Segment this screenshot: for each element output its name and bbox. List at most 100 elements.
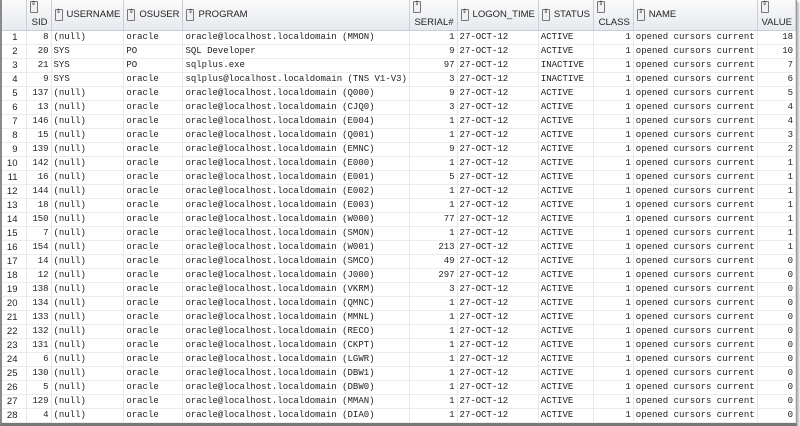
cell-status[interactable]: ACTIVE bbox=[538, 114, 594, 129]
cell-username[interactable]: (null) bbox=[51, 86, 125, 101]
cell-program[interactable]: oracle@localhost.localdomain (MMNL) bbox=[182, 310, 410, 325]
cell-program[interactable]: oracle@localhost.localdomain (E004) bbox=[182, 114, 410, 129]
column-header-class[interactable]: ⇕ CLASS bbox=[593, 0, 634, 31]
table-row[interactable]: 26 5 (null) oracle oracle@localhost.localdom… bbox=[2, 380, 797, 395]
cell-value[interactable]: 0 bbox=[757, 324, 797, 339]
cell-osuser[interactable]: oracle bbox=[123, 72, 184, 87]
cell-class[interactable]: 1 bbox=[593, 212, 634, 227]
sort-icon[interactable]: ⇕ bbox=[29, 1, 38, 14]
cell-username[interactable]: (null) bbox=[51, 394, 125, 409]
cell-logon_time[interactable]: 27-OCT-12 bbox=[457, 128, 539, 143]
cell-osuser[interactable]: oracle bbox=[123, 240, 184, 255]
cell-osuser[interactable]: oracle bbox=[123, 254, 184, 269]
cell-username[interactable]: (null) bbox=[51, 142, 125, 157]
cell-sid[interactable]: 131 bbox=[26, 338, 52, 353]
cell-osuser[interactable]: oracle bbox=[123, 352, 184, 367]
cell-name[interactable]: opened cursors current bbox=[633, 408, 758, 423]
cell-logon_time[interactable]: 27-OCT-12 bbox=[457, 58, 539, 73]
cell-name[interactable]: opened cursors current bbox=[633, 338, 758, 353]
cell-program[interactable]: oracle@localhost.localdomain (Q000) bbox=[182, 86, 410, 101]
cell-logon_time[interactable]: 27-OCT-12 bbox=[457, 212, 539, 227]
cell-sid[interactable]: 6 bbox=[26, 352, 52, 367]
cell-program[interactable]: oracle@localhost.localdomain (VKRM) bbox=[182, 282, 410, 297]
cell-sid[interactable]: 142 bbox=[26, 156, 52, 171]
cell-sid[interactable]: 7 bbox=[26, 226, 52, 241]
cell-logon_time[interactable]: 27-OCT-12 bbox=[457, 296, 539, 311]
cell-program[interactable]: oracle@localhost.localdomain (W001) bbox=[182, 240, 410, 255]
cell-program[interactable]: oracle@localhost.localdomain (DIA0) bbox=[182, 408, 410, 423]
cell-sid[interactable]: 137 bbox=[26, 86, 52, 101]
cell-username[interactable]: (null) bbox=[51, 240, 125, 255]
cell-value[interactable]: 2 bbox=[757, 142, 797, 157]
cell-name[interactable]: opened cursors current bbox=[633, 310, 758, 325]
cell-value[interactable]: 0 bbox=[757, 352, 797, 367]
cell-serial[interactable]: 9 bbox=[409, 44, 458, 59]
cell-program[interactable]: oracle@localhost.localdomain (E003) bbox=[182, 198, 410, 213]
cell-value[interactable]: 1 bbox=[757, 226, 797, 241]
cell-serial[interactable]: 213 bbox=[409, 240, 458, 255]
cell-sid[interactable]: 14 bbox=[26, 254, 52, 269]
cell-username[interactable]: (null) bbox=[51, 170, 125, 185]
cell-username[interactable]: (null) bbox=[51, 324, 125, 339]
cell-sid[interactable]: 9 bbox=[26, 72, 52, 87]
column-header-logon_time[interactable]: ⇕ LOGON_TIME bbox=[457, 0, 539, 31]
cell-osuser[interactable]: oracle bbox=[123, 184, 184, 199]
cell-value[interactable]: 1 bbox=[757, 170, 797, 185]
cell-osuser[interactable]: oracle bbox=[123, 226, 184, 241]
cell-osuser[interactable]: oracle bbox=[123, 380, 184, 395]
cell-value[interactable]: 0 bbox=[757, 408, 797, 423]
cell-sid[interactable]: 4 bbox=[26, 408, 52, 423]
cell-username[interactable]: (null) bbox=[51, 30, 125, 45]
cell-serial[interactable]: 5 bbox=[409, 170, 458, 185]
column-header-sid[interactable]: ⇕ SID bbox=[26, 0, 52, 31]
cell-status[interactable]: ACTIVE bbox=[538, 240, 594, 255]
cell-username[interactable]: SYS bbox=[51, 58, 125, 73]
cell-name[interactable]: opened cursors current bbox=[633, 198, 758, 213]
table-row[interactable]: 27 129 (null) oracle oracle@localhost.locald… bbox=[2, 394, 797, 409]
cell-program[interactable]: sqlplus@localhost.localdomain (TNS V1-V3… bbox=[182, 72, 410, 87]
cell-username[interactable]: (null) bbox=[51, 408, 125, 423]
cell-logon_time[interactable]: 27-OCT-12 bbox=[457, 282, 539, 297]
cell-class[interactable]: 1 bbox=[593, 184, 634, 199]
table-row[interactable]: 5 137 (null) oracle oracle@localhost.localdo… bbox=[2, 86, 797, 101]
column-header-serial[interactable]: ⇕ SERIAL# bbox=[409, 0, 458, 31]
cell-value[interactable]: 0 bbox=[757, 380, 797, 395]
sort-icon[interactable]: ⇕ bbox=[760, 1, 769, 14]
cell-serial[interactable]: 1 bbox=[409, 296, 458, 311]
cell-sid[interactable]: 5 bbox=[26, 380, 52, 395]
cell-class[interactable]: 1 bbox=[593, 268, 634, 283]
cell-sid[interactable]: 133 bbox=[26, 310, 52, 325]
cell-sid[interactable]: 18 bbox=[26, 198, 52, 213]
table-row[interactable]: 8 15 (null) oracle oracle@localhost.localdom… bbox=[2, 128, 797, 143]
cell-sid[interactable]: 15 bbox=[26, 128, 52, 143]
cell-username[interactable]: (null) bbox=[51, 226, 125, 241]
cell-value[interactable]: 1 bbox=[757, 156, 797, 171]
cell-value[interactable]: 18 bbox=[757, 30, 797, 45]
table-row[interactable]: 12 144 (null) oracle oracle@localhost.locald… bbox=[2, 184, 797, 199]
cell-username[interactable]: (null) bbox=[51, 198, 125, 213]
cell-username[interactable]: (null) bbox=[51, 114, 125, 129]
cell-status[interactable]: ACTIVE bbox=[538, 100, 594, 115]
cell-osuser[interactable]: oracle bbox=[123, 394, 184, 409]
cell-name[interactable]: opened cursors current bbox=[633, 380, 758, 395]
cell-serial[interactable]: 1 bbox=[409, 156, 458, 171]
cell-class[interactable]: 1 bbox=[593, 100, 634, 115]
cell-logon_time[interactable]: 27-OCT-12 bbox=[457, 352, 539, 367]
cell-username[interactable]: (null) bbox=[51, 296, 125, 311]
cell-osuser[interactable]: oracle bbox=[123, 338, 184, 353]
column-header-value[interactable]: ⇕ VALUE bbox=[757, 0, 797, 31]
cell-osuser[interactable]: oracle bbox=[123, 310, 184, 325]
cell-program[interactable]: oracle@localhost.localdomain (RECO) bbox=[182, 324, 410, 339]
cell-osuser[interactable]: oracle bbox=[123, 86, 184, 101]
cell-name[interactable]: opened cursors current bbox=[633, 170, 758, 185]
cell-username[interactable]: (null) bbox=[51, 366, 125, 381]
cell-sid[interactable]: 8 bbox=[26, 30, 52, 45]
cell-osuser[interactable]: oracle bbox=[123, 198, 184, 213]
cell-program[interactable]: oracle@localhost.localdomain (DBW1) bbox=[182, 366, 410, 381]
cell-serial[interactable]: 1 bbox=[409, 30, 458, 45]
cell-osuser[interactable]: oracle bbox=[123, 408, 184, 423]
cell-program[interactable]: sqlplus.exe bbox=[182, 58, 410, 73]
table-row[interactable]: 14 150 (null) oracle oracle@localhost.locald… bbox=[2, 212, 797, 227]
cell-logon_time[interactable]: 27-OCT-12 bbox=[457, 114, 539, 129]
cell-program[interactable]: oracle@localhost.localdomain (EMNC) bbox=[182, 142, 410, 157]
